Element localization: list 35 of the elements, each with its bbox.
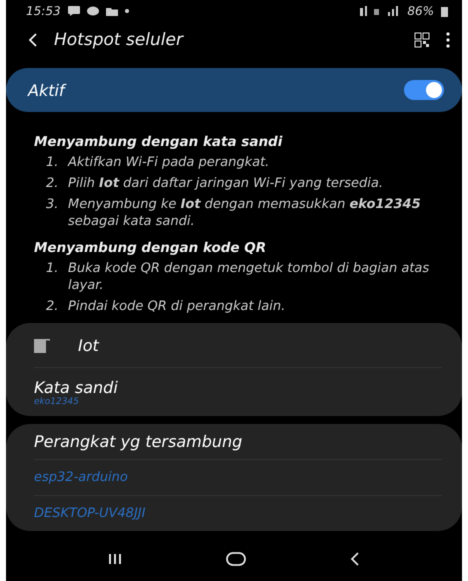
home-icon[interactable] bbox=[226, 552, 246, 566]
section-heading: Menyambung dengan kata sandi bbox=[34, 134, 284, 150]
step-number: 3. bbox=[46, 196, 60, 214]
step-number: 1. bbox=[46, 154, 60, 171]
battery-icon bbox=[441, 6, 448, 16]
hotspot-switch[interactable] bbox=[404, 80, 444, 100]
device-name[interactable]: DESKTOP-UV48JJI bbox=[34, 506, 146, 521]
step-text: Pilih Iot dari daftar jaringan Wi-Fi yang tersedia. bbox=[68, 175, 384, 192]
recent-apps-icon[interactable] bbox=[108, 553, 122, 565]
step-text: Aktifkan Wi-Fi pada perangkat. bbox=[68, 154, 270, 171]
qr-code-icon[interactable] bbox=[414, 32, 430, 48]
back-icon[interactable] bbox=[350, 552, 360, 566]
dot-icon bbox=[124, 9, 129, 13]
password-label[interactable]: Kata sandi bbox=[34, 378, 442, 396]
step-number: 2. bbox=[46, 298, 60, 315]
folder-icon bbox=[106, 6, 118, 16]
device-name[interactable]: esp32-arduino bbox=[34, 470, 128, 485]
step-text: Buka kode QR dengan mengetuk tombol di bagian atas layar. bbox=[68, 260, 430, 294]
chat-icon bbox=[86, 6, 99, 16]
more-options-icon[interactable] bbox=[446, 32, 450, 48]
signal-icons bbox=[360, 6, 400, 16]
step-text: Pindai kode QR di perangkat lain. bbox=[68, 298, 286, 315]
message-icon bbox=[68, 6, 80, 16]
back-icon[interactable] bbox=[28, 33, 38, 47]
section-heading: Menyambung dengan kode QR bbox=[34, 240, 268, 256]
step-text: Menyambung ke Iot dengan memasukkan eko12345 sebagai kata sandi. bbox=[68, 196, 422, 230]
toggle-label: Aktif bbox=[28, 80, 65, 100]
step-number: 1. bbox=[46, 260, 60, 278]
network-name: Iot bbox=[78, 336, 99, 354]
devices-heading: Perangkat yg tersambung bbox=[34, 432, 242, 451]
status-time: 15:53 bbox=[26, 4, 61, 18]
battery-level: 86% bbox=[407, 4, 434, 18]
screen-title: Hotspot seluler bbox=[54, 30, 185, 50]
step-number: 2. bbox=[46, 175, 60, 192]
password-value: eko12345 bbox=[34, 396, 80, 406]
